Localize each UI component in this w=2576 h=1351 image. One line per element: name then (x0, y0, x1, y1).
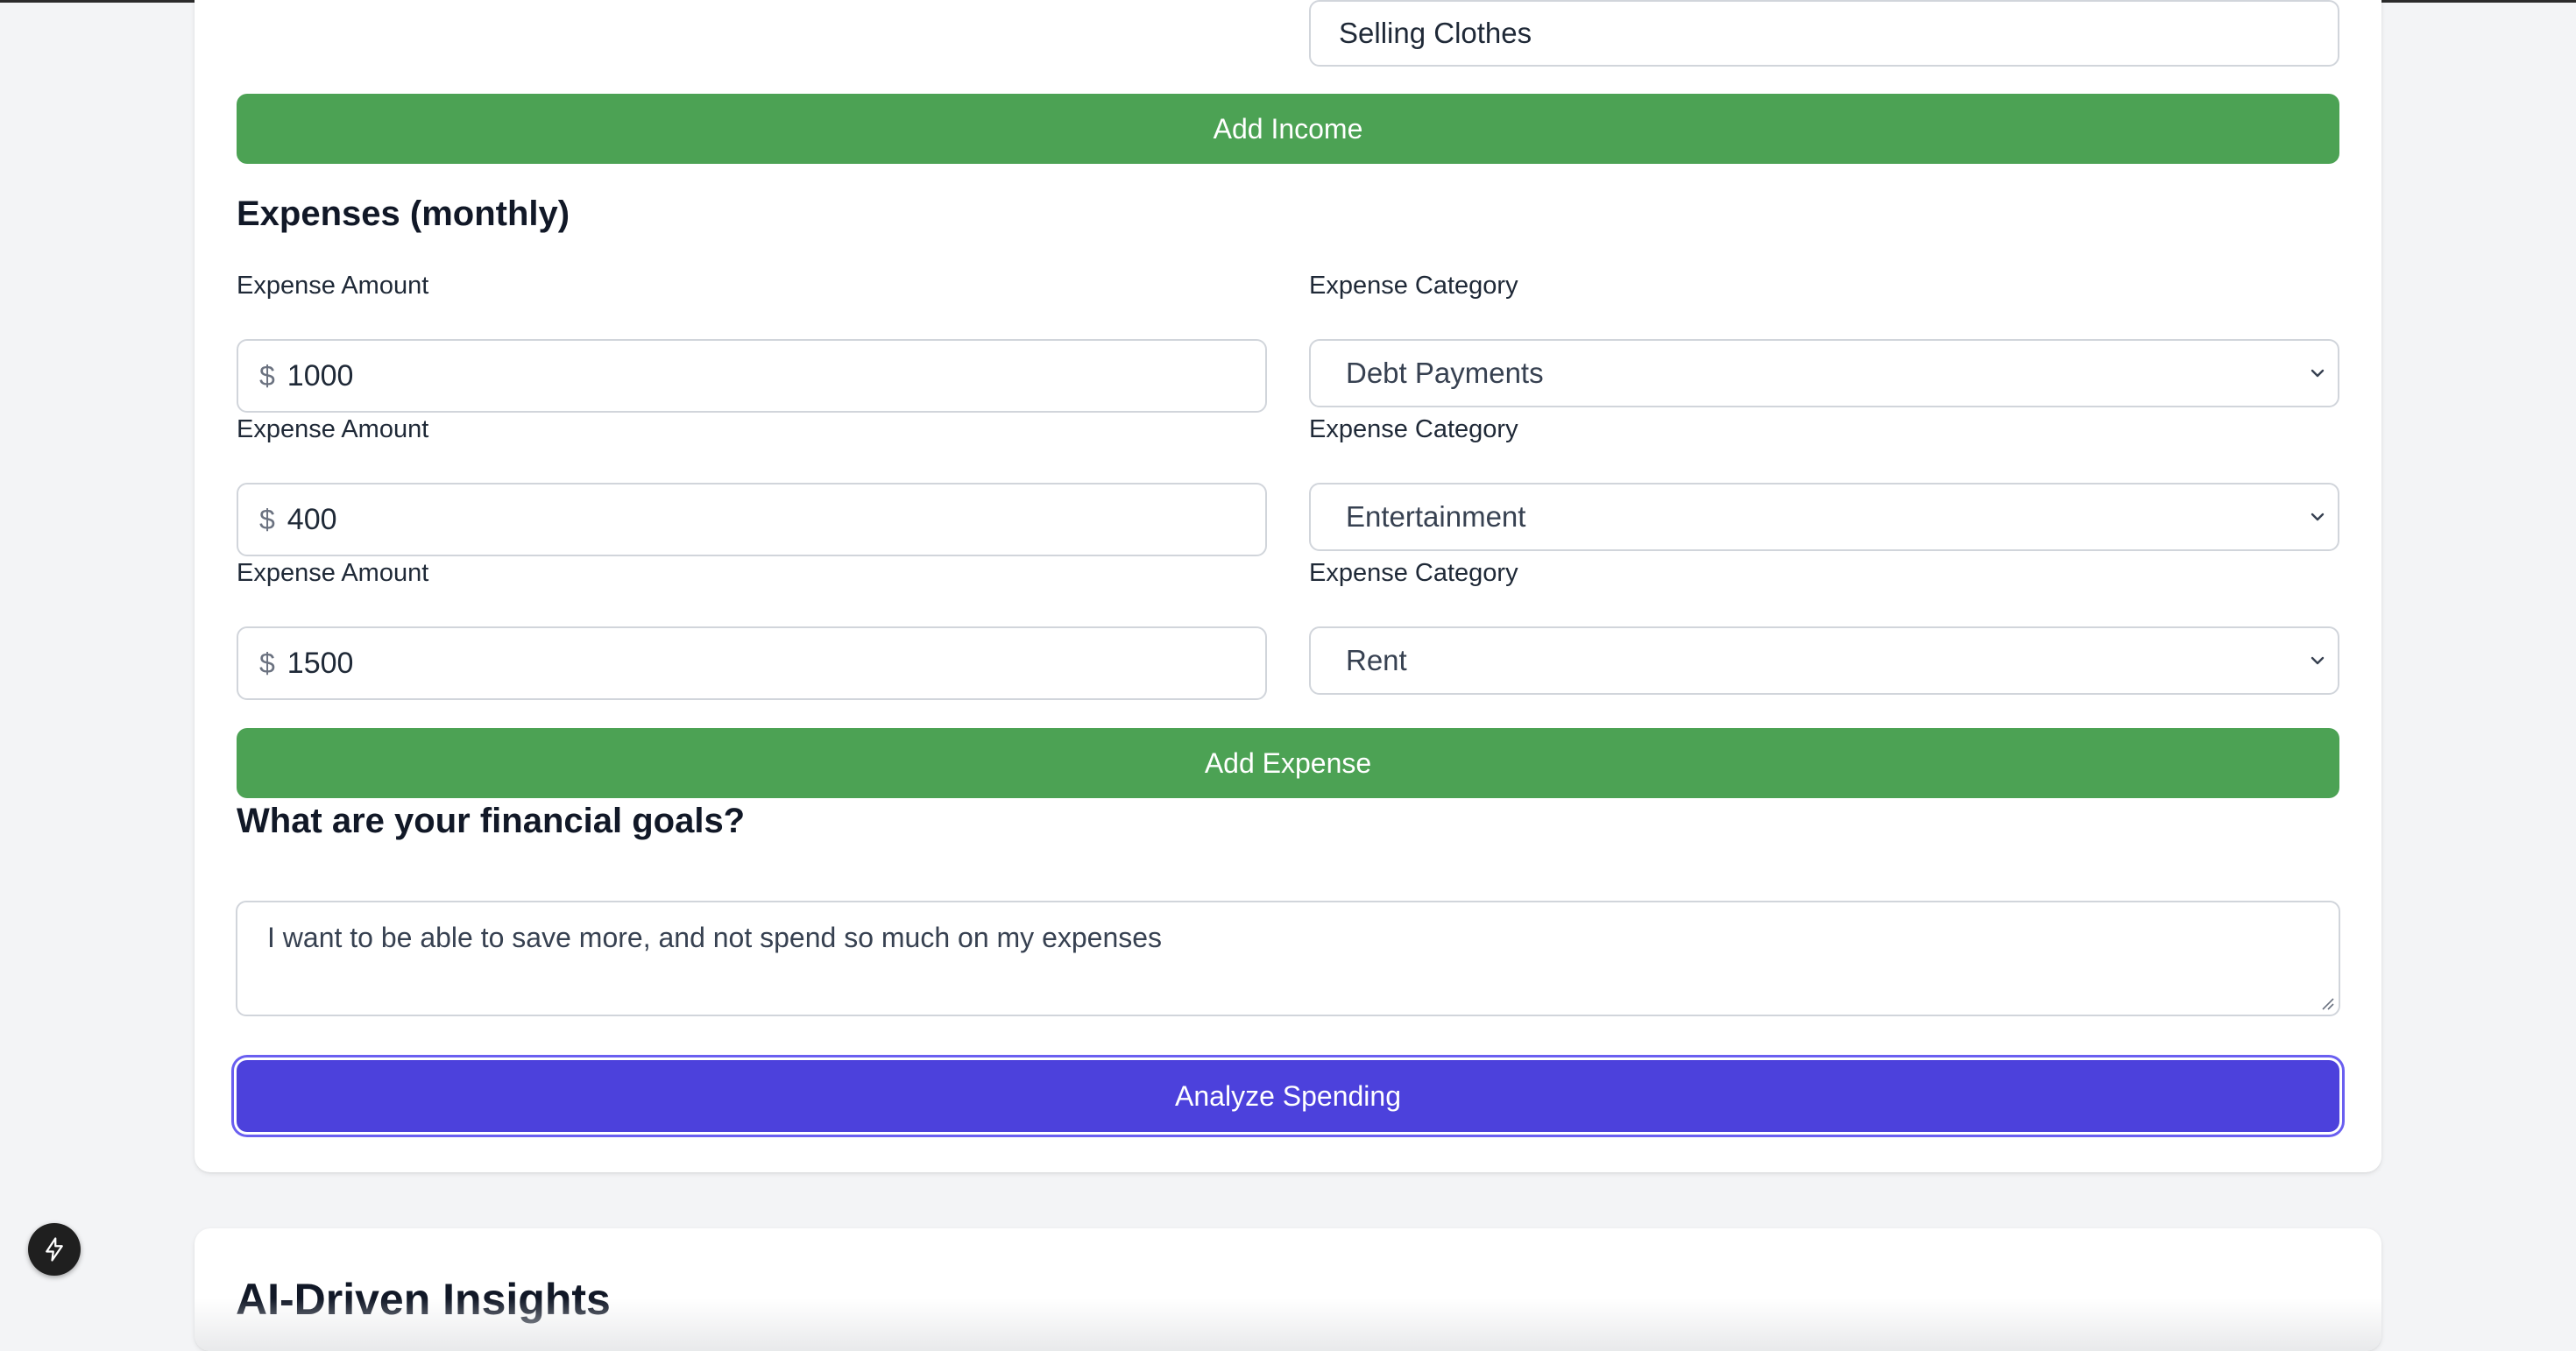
analyze-spending-label: Analyze Spending (1175, 1079, 1401, 1112)
expense-amount-label: Expense Amount (237, 415, 429, 443)
expense-amount-value: 1500 (287, 646, 354, 680)
expense-amount-label: Expense Amount (237, 272, 429, 300)
expense-category-value: Rent (1346, 644, 1407, 676)
chevron-down-icon (2311, 369, 2325, 378)
expense-category-value: Debt Payments (1346, 357, 1544, 389)
expense-category-value: Entertainment (1346, 500, 1526, 533)
dollar-sign-icon: $ (259, 359, 275, 392)
dollar-sign-icon: $ (259, 647, 275, 679)
add-income-button[interactable]: Add Income (237, 94, 2339, 164)
chevron-down-icon (2311, 513, 2325, 521)
add-income-label: Add Income (1213, 112, 1363, 145)
financial-goals-textarea[interactable]: I want to be able to save more, and not … (236, 901, 2340, 1016)
financial-form-card: Selling Clothes Add Income Expenses (mon… (195, 0, 2381, 1172)
income-source-input[interactable]: Selling Clothes (1309, 0, 2339, 67)
financial-goals-text: I want to be able to save more, and not … (267, 922, 1163, 953)
expense-amount-label: Expense Amount (237, 559, 429, 587)
lightning-action-button[interactable] (28, 1223, 81, 1276)
expenses-heading: Expenses (monthly) (237, 195, 570, 233)
expense-amount-input[interactable]: $ 1500 (237, 626, 1267, 700)
expense-amount-value: 400 (287, 502, 337, 536)
expense-category-select[interactable]: Entertainment (1309, 483, 2339, 551)
add-expense-label: Add Expense (1204, 746, 1372, 779)
expense-category-select[interactable]: Debt Payments (1309, 339, 2339, 407)
expense-amount-value: 1000 (287, 358, 354, 393)
ai-insights-card: AI-Driven Insights (195, 1228, 2381, 1351)
expense-category-label: Expense Category (1309, 415, 1518, 443)
chevron-down-icon (2311, 656, 2325, 665)
lightning-bolt-icon (46, 1237, 63, 1262)
expense-category-select[interactable]: Rent (1309, 626, 2339, 695)
resize-handle-icon[interactable] (2319, 995, 2335, 1011)
expense-amount-input[interactable]: $ 400 (237, 483, 1267, 556)
analyze-spending-button[interactable]: Analyze Spending (237, 1060, 2339, 1132)
ai-insights-heading: AI-Driven Insights (236, 1275, 611, 1324)
income-source-value: Selling Clothes (1339, 17, 1532, 49)
expense-category-label: Expense Category (1309, 272, 1518, 300)
expense-amount-input[interactable]: $ 1000 (237, 339, 1267, 413)
expense-category-label: Expense Category (1309, 559, 1518, 587)
add-expense-button[interactable]: Add Expense (237, 728, 2339, 798)
dollar-sign-icon: $ (259, 503, 275, 535)
financial-goals-heading: What are your financial goals? (237, 802, 746, 840)
